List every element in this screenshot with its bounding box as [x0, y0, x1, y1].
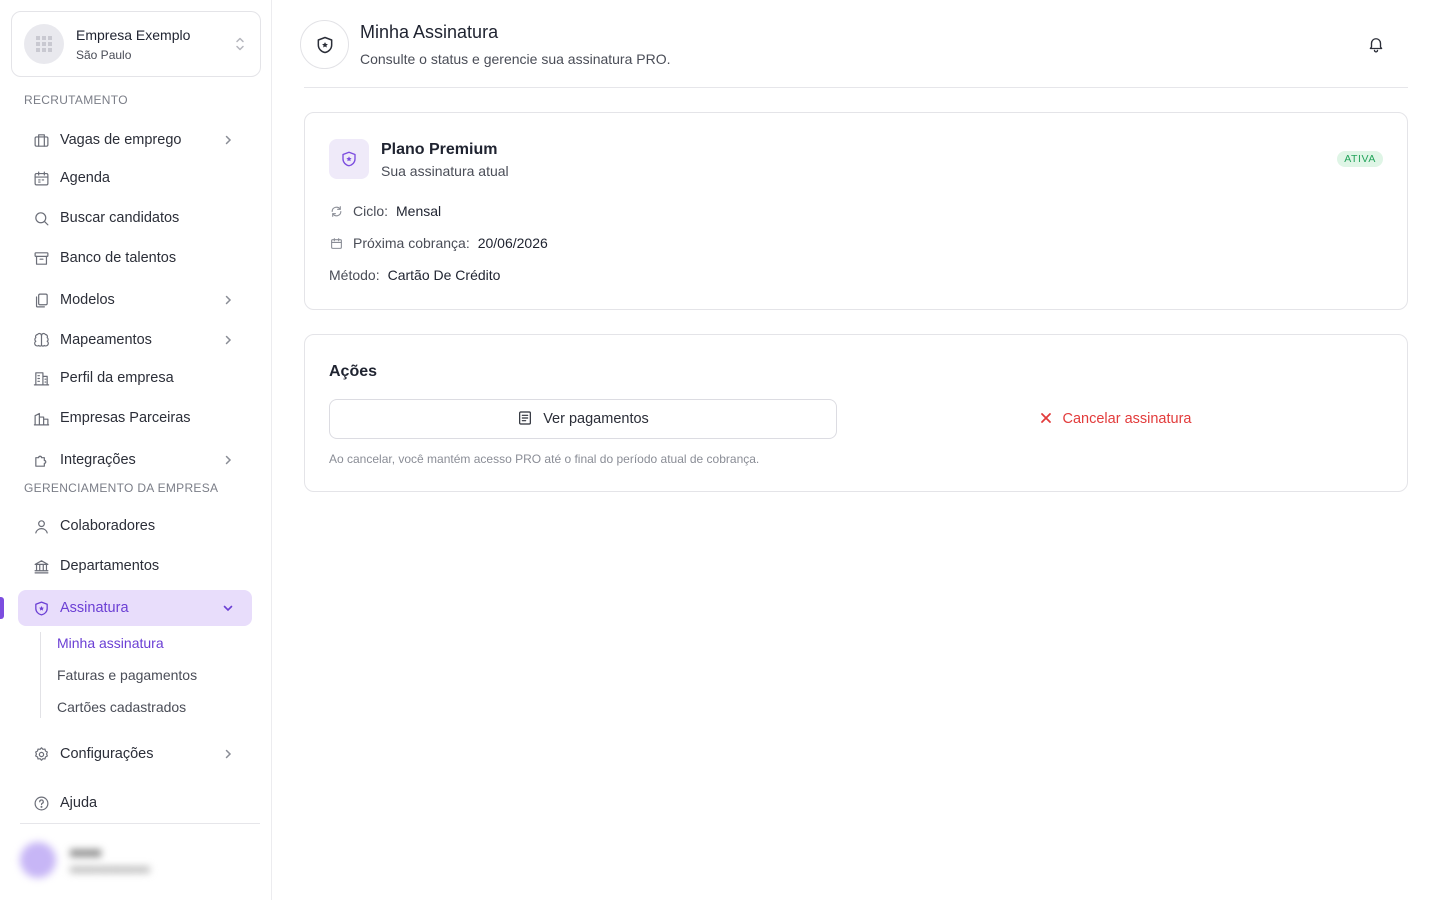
buildings-icon	[32, 409, 50, 427]
sidebar-item-label: Buscar candidatos	[60, 210, 180, 226]
method-label: Método:	[329, 267, 380, 283]
close-icon	[1039, 411, 1053, 428]
sidebar-item-departamentos[interactable]: Departamentos	[18, 548, 252, 584]
chevron-right-icon	[220, 746, 236, 762]
receipt-icon	[517, 410, 533, 429]
plan-card: Plano Premium Sua assinatura atual ATIVA…	[304, 112, 1408, 310]
shield-icon	[32, 599, 50, 617]
shield-icon	[300, 20, 349, 69]
cycle-label: Ciclo:	[353, 203, 389, 219]
cancel-note: Ao cancelar, você mantém acesso PRO até …	[329, 452, 760, 466]
chevron-right-icon	[220, 452, 236, 468]
sidebar-item-label: Modelos	[60, 292, 115, 308]
header-divider	[304, 87, 1408, 88]
sidebar-item-label: Integrações	[60, 452, 136, 468]
view-payments-label: Ver pagamentos	[543, 411, 649, 427]
briefcase-icon	[32, 131, 50, 149]
sidebar-item-vagas[interactable]: Vagas de emprego	[18, 122, 252, 158]
sidebar-item-colaboradores[interactable]: Colaboradores	[18, 508, 252, 544]
section-label-management: GERENCIAMENTO DA EMPRESA	[24, 481, 219, 495]
sidebar-item-label: Mapeamentos	[60, 332, 152, 348]
subnav-item-cartoes[interactable]: Cartões cadastrados	[57, 699, 186, 715]
sidebar-item-label: Colaboradores	[60, 518, 156, 534]
sidebar-item-label: Empresas Parceiras	[60, 410, 191, 426]
shield-icon	[329, 139, 369, 179]
sidebar-item-label: Configurações	[60, 746, 154, 762]
calendar-icon	[32, 169, 50, 187]
sidebar-item-banco-talentos[interactable]: Banco de talentos	[18, 240, 252, 276]
next-charge-label: Próxima cobrança:	[353, 235, 470, 251]
user-name-blurred: ■■■■	[70, 844, 102, 860]
chevron-right-icon	[220, 292, 236, 308]
user-menu[interactable]: ■■■■ ■■■■■■■■■■■■	[20, 838, 260, 882]
status-badge: ATIVA	[1337, 151, 1383, 167]
chevron-down-icon	[220, 600, 236, 616]
refresh-icon	[329, 204, 343, 218]
sidebar-item-label: Departamentos	[60, 558, 160, 574]
building-icon	[32, 369, 50, 387]
sidebar-item-label: Banco de talentos	[60, 250, 177, 266]
user-email-blurred: ■■■■■■■■■■■■	[70, 863, 150, 876]
company-city: São Paulo	[76, 48, 132, 62]
sidebar-item-assinatura[interactable]: Assinatura	[18, 590, 252, 626]
sidebar-item-label: Vagas de emprego	[60, 132, 182, 148]
sidebar-item-mapeamentos[interactable]: Mapeamentos	[18, 322, 252, 358]
user-icon	[32, 517, 50, 535]
puzzle-icon	[32, 451, 50, 469]
sidebar: Empresa Exemplo São Paulo RECRUTAMENTO V…	[0, 0, 272, 900]
sidebar-item-label: Ajuda	[60, 795, 98, 811]
chevrons-up-down-icon	[232, 33, 248, 55]
active-indicator	[0, 597, 4, 619]
plan-name: Plano Premium	[381, 141, 498, 158]
detail-method: Método: Cartão De Crédito	[329, 265, 500, 285]
sidebar-item-perfil-empresa[interactable]: Perfil da empresa	[18, 360, 252, 396]
calendar-icon	[329, 236, 343, 250]
gear-icon	[32, 745, 50, 763]
sidebar-item-label: Perfil da empresa	[60, 370, 174, 386]
actions-card: Ações Ver pagamentos Cancelar assinatura…	[304, 334, 1408, 492]
sidebar-divider	[20, 823, 260, 824]
archive-icon	[32, 249, 50, 267]
company-switcher[interactable]: Empresa Exemplo São Paulo	[11, 11, 261, 77]
sidebar-item-modelos[interactable]: Modelos	[18, 282, 252, 318]
sidebar-item-agenda[interactable]: Agenda	[18, 160, 252, 196]
section-label-recruitment: RECRUTAMENTO	[24, 93, 128, 107]
page-subtitle: Consulte o status e gerencie sua assinat…	[360, 51, 671, 67]
bell-icon[interactable]	[1366, 34, 1386, 54]
cancel-subscription-label: Cancelar assinatura	[1062, 411, 1192, 427]
help-icon	[32, 794, 50, 812]
actions-title: Ações	[329, 363, 378, 380]
brain-icon	[32, 331, 50, 349]
company-name: Empresa Exemplo	[76, 27, 191, 43]
landmark-icon	[32, 557, 50, 575]
sidebar-item-ajuda[interactable]: Ajuda	[18, 785, 252, 821]
page-title: Minha Assinatura	[360, 22, 499, 42]
page-header: Minha Assinatura Consulte o status e ger…	[300, 18, 1408, 88]
sidebar-item-buscar-candidatos[interactable]: Buscar candidatos	[18, 200, 252, 236]
view-payments-button[interactable]: Ver pagamentos	[329, 399, 837, 439]
company-logo-icon	[24, 24, 64, 64]
subscription-subnav: Minha assinatura Faturas e pagamentos Ca…	[40, 632, 252, 718]
plan-subtitle: Sua assinatura atual	[381, 163, 509, 179]
cycle-value: Mensal	[396, 203, 442, 219]
chevron-right-icon	[220, 132, 236, 148]
chevron-right-icon	[220, 332, 236, 348]
copy-icon	[32, 291, 50, 309]
sidebar-item-label: Agenda	[60, 170, 110, 186]
sidebar-item-empresas-parceiras[interactable]: Empresas Parceiras	[18, 400, 252, 436]
subnav-item-minha-assinatura[interactable]: Minha assinatura	[57, 635, 164, 651]
search-icon	[32, 209, 50, 227]
detail-cycle: Ciclo: Mensal	[329, 201, 441, 221]
method-value: Cartão De Crédito	[387, 267, 501, 283]
sidebar-item-label: Assinatura	[60, 600, 129, 616]
sidebar-item-configuracoes[interactable]: Configurações	[18, 736, 252, 772]
next-charge-value: 20/06/2026	[477, 235, 548, 251]
sidebar-item-integracoes[interactable]: Integrações	[18, 442, 252, 478]
detail-next-charge: Próxima cobrança: 20/06/2026	[329, 233, 548, 253]
subnav-item-faturas[interactable]: Faturas e pagamentos	[57, 667, 197, 683]
cancel-subscription-button[interactable]: Cancelar assinatura	[861, 399, 1369, 439]
avatar	[20, 842, 56, 878]
